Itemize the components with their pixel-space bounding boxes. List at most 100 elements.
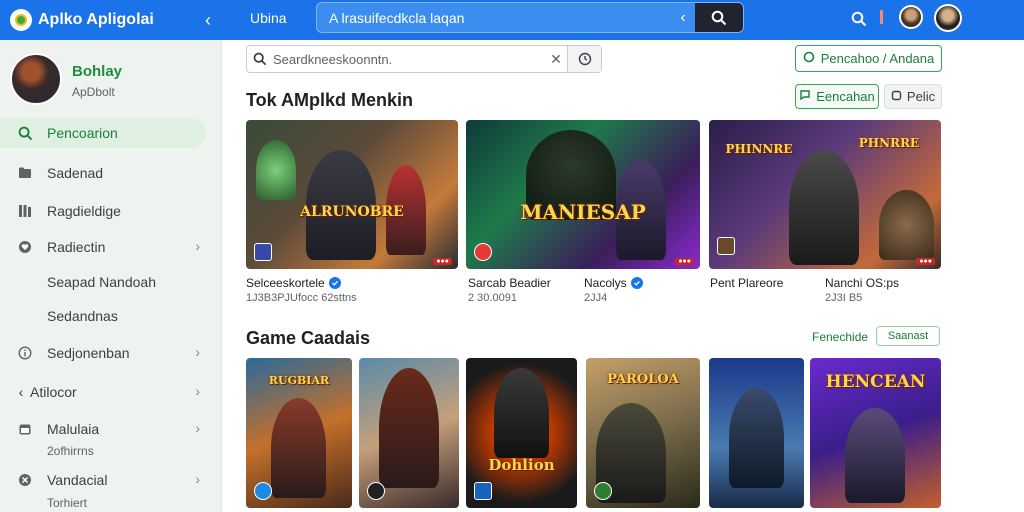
game-card[interactable]: PHINNRE PHNRRE ●●● [709, 120, 941, 269]
collapse-sidebar-chevron-icon[interactable]: ‹ [198, 8, 218, 32]
category-art-title: HENCEAN [825, 372, 926, 392]
category-art-title: PAROLOA [607, 372, 679, 387]
category-art [845, 408, 905, 503]
game-art-title: PHINNRE [725, 142, 793, 156]
sidebar-subitem-sedandnas[interactable]: Sedandnas [0, 301, 222, 331]
verified-icon [630, 277, 643, 289]
account-avatar[interactable] [934, 4, 962, 32]
shield-icon [803, 51, 815, 66]
sidebar-subitem-seapad[interactable]: Seapad Nandoah [0, 267, 222, 297]
game-art-title: MANIESAP [520, 200, 646, 224]
see-all-link[interactable]: Fenechide [812, 330, 868, 344]
game-name: Nacolys [584, 276, 627, 290]
notification-flag-icon[interactable] [880, 10, 883, 24]
game-name: Pent Plareore [710, 276, 784, 290]
category-badge-icon [474, 482, 492, 500]
game-name: Selceeskortele [246, 276, 325, 290]
category-art [729, 388, 784, 488]
sidebar-item-label: Pencoarion [47, 125, 118, 141]
category-badge-icon [254, 482, 272, 500]
profile-card[interactable]: Bohlay ApDbolt [10, 53, 210, 109]
sort-button[interactable]: Pelic [884, 84, 942, 109]
heart-icon [16, 238, 34, 256]
profile-subtitle: ApDbolt [72, 85, 115, 99]
sidebar-item-atilocor[interactable]: ‹ Atilocor › [0, 377, 222, 407]
app-logo-icon [10, 9, 32, 31]
tag-icon: ●●● [433, 258, 452, 265]
top-nav-tab[interactable]: Ubina [250, 10, 287, 26]
sidebar-item-label: Vandacial [47, 472, 108, 488]
sidebar-item-radiectin[interactable]: Radiectin › [0, 232, 222, 262]
game-art [256, 140, 296, 200]
category-art [379, 368, 439, 488]
filter-icon [799, 89, 811, 104]
sidebar-item-label: Ragdieldige [47, 203, 121, 219]
sidebar-item-vandacial[interactable]: Vandacial › [0, 465, 222, 495]
clear-icon[interactable]: ✕ [545, 51, 567, 68]
game-art-title: ALRUNOBRE [300, 204, 404, 220]
sidebar-item-ragdieldige[interactable]: Ragdieldige [0, 196, 222, 226]
category-card[interactable]: RUGBIAR [246, 358, 352, 508]
sidebar-item-pencoarion[interactable]: Pencoarion [0, 118, 206, 148]
game-card-meta: 2JJ4 [584, 292, 608, 304]
sidebar: Bohlay ApDbolt Pencoarion Sadenad Ragdie… [0, 40, 222, 512]
category-chip[interactable]: Saanast [876, 326, 940, 346]
game-card-title[interactable]: Nanchi OS:ps [825, 276, 899, 290]
game-card-title[interactable]: Sarcab Beadier [468, 276, 551, 290]
game-card-title[interactable]: Pent Plareore [710, 276, 783, 290]
library-icon [16, 202, 34, 220]
sidebar-item-label: Atilocor [30, 384, 77, 400]
game-card-meta: 1J3B3PJUfocc 62sttns [246, 292, 357, 304]
category-card[interactable] [709, 358, 804, 508]
sidebar-item-label: Malulaia [47, 421, 100, 437]
search-icon [711, 10, 727, 25]
category-chip-label: Saanast [887, 330, 929, 342]
sidebar-item-label: Sadenad [47, 165, 104, 181]
category-card[interactable]: HENCEAN [810, 358, 941, 508]
category-badge-icon [594, 482, 612, 500]
chevron-left-icon: ‹ [18, 384, 24, 400]
verified-icon [328, 277, 341, 289]
chevron-right-icon: › [195, 383, 200, 399]
main-search-input[interactable]: Seardkneeskoonntn. [273, 52, 545, 67]
game-card-meta: 2J3I B5 [825, 292, 863, 304]
sidebar-item-malulaia[interactable]: Malulaia › [0, 414, 222, 444]
folder-icon [16, 164, 34, 182]
profile-name: Bohlay [72, 63, 123, 80]
history-clock-icon[interactable] [567, 46, 601, 72]
chevron-left-icon[interactable]: ‹ [671, 9, 695, 27]
game-badge-icon [717, 237, 735, 255]
top-search-bar[interactable]: A lrasuifecdkcla laqan ‹ [316, 2, 744, 33]
sidebar-item-sedjonenban[interactable]: Sedjonenban › [0, 338, 222, 368]
app-title: Aplko Apligolai [38, 11, 154, 28]
sidebar-item-sublabel: Torhiert [47, 496, 88, 510]
tag-icon [891, 89, 902, 104]
primary-action-button[interactable]: Pencahoo / Andana [795, 45, 942, 72]
filter-button[interactable]: Eencahan [795, 84, 879, 109]
main-search-bar[interactable]: Seardkneeskoonntn. ✕ [246, 45, 602, 73]
game-card-meta: 2 30.0091 [468, 292, 517, 304]
search-icon[interactable] [848, 8, 870, 30]
sidebar-item-label: Sedandnas [47, 308, 118, 324]
game-badge-icon [474, 243, 492, 261]
game-card-title[interactable]: Selceeskortele [246, 276, 341, 290]
top-search-input[interactable]: A lrasuifecdkcla laqan [317, 10, 671, 26]
game-card-title[interactable]: Nacolys [584, 276, 643, 290]
chevron-right-icon: › [195, 471, 200, 487]
category-card[interactable] [359, 358, 459, 508]
section-title-categories: Game Caadais [246, 328, 371, 348]
game-card[interactable]: ALRUNOBRE ●●● [246, 120, 458, 269]
game-card[interactable]: MANIESAP ●●● [466, 120, 700, 269]
category-art [271, 398, 326, 498]
close-circle-icon [16, 471, 34, 489]
category-card[interactable]: PAROLOA [586, 358, 700, 508]
sidebar-item-sadenad[interactable]: Sadenad [0, 158, 222, 188]
search-icon [247, 52, 273, 66]
category-card[interactable]: Dohlion [466, 358, 577, 508]
app-brand[interactable]: Aplko Apligolai [0, 0, 222, 40]
game-badge-icon [254, 243, 272, 261]
game-art [879, 190, 934, 260]
filter-label: Eencahan [816, 89, 875, 104]
top-search-button[interactable] [695, 3, 743, 32]
user-avatar[interactable] [899, 5, 923, 29]
